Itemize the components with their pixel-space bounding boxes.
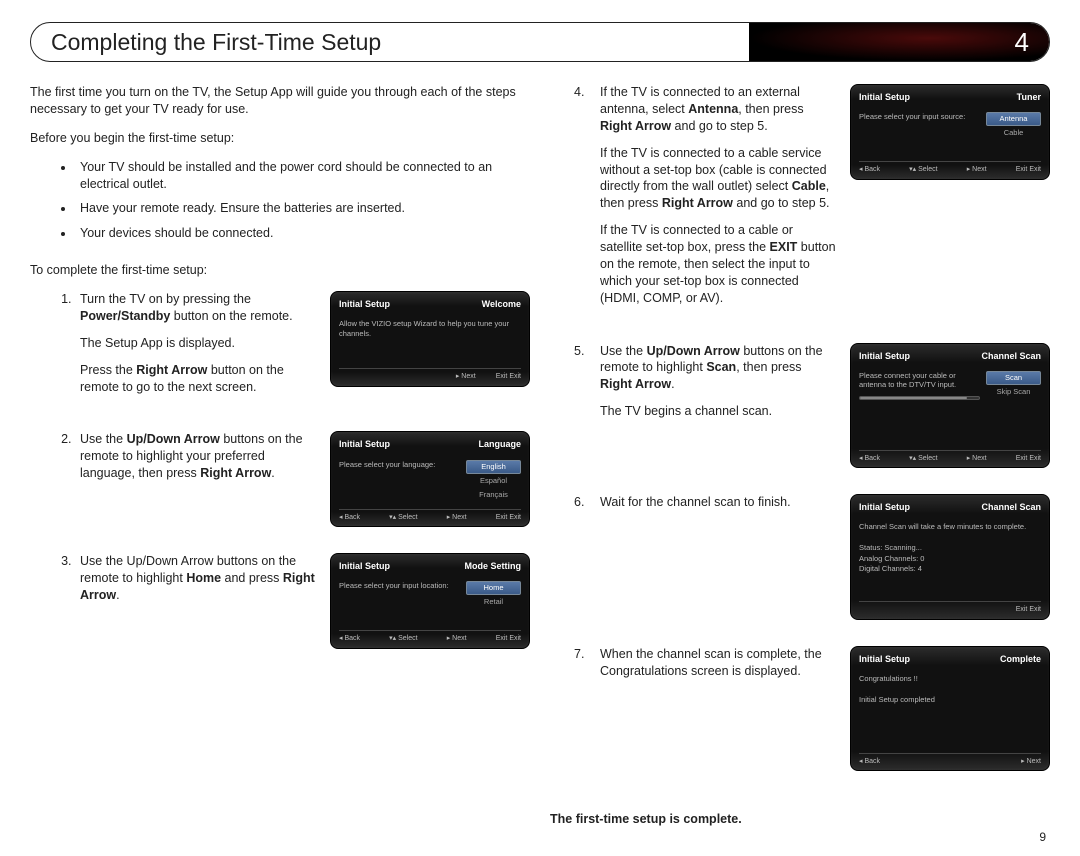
step-5: Use the Up/Down Arrow buttons on the rem… xyxy=(595,343,1050,469)
before-item: Your devices should be connected. xyxy=(75,225,530,242)
step-6: Wait for the channel scan to finish. Ini… xyxy=(595,494,1050,620)
scan-option: Skip Scan xyxy=(986,385,1041,399)
complete-heading: To complete the first-time setup: xyxy=(30,262,530,279)
mode-option: Retail xyxy=(466,595,521,609)
tv-screen-tuner: Initial SetupTuner Please select your in… xyxy=(850,84,1050,180)
step4-p2: If the TV is connected to a cable servic… xyxy=(600,145,836,213)
intro-text: The first time you turn on the TV, the S… xyxy=(30,84,530,118)
lang-option: English xyxy=(466,460,521,474)
page-number: 9 xyxy=(1039,830,1046,844)
steps-list-right: If the TV is connected to an external an… xyxy=(550,84,1050,797)
step-7: When the channel scan is complete, the C… xyxy=(595,646,1050,772)
before-heading: Before you begin the first-time setup: xyxy=(30,130,530,147)
steps-list-left: Turn the TV on by pressing the Power/Sta… xyxy=(30,291,530,675)
tv-screen-scanning: Initial SetupChannel Scan Channel Scan w… xyxy=(850,494,1050,620)
step-3: Use the Up/Down Arrow buttons on the rem… xyxy=(75,553,530,649)
chapter-header: Completing the First-Time Setup 4 xyxy=(30,22,1050,62)
left-column: The first time you turn on the TV, the S… xyxy=(30,84,530,840)
step5-p1: Use the Up/Down Arrow buttons on the rem… xyxy=(600,343,836,394)
step1-p2: The Setup App is displayed. xyxy=(80,335,316,352)
scan-option: Scan xyxy=(986,371,1041,385)
chapter-number: 4 xyxy=(1015,27,1029,58)
step4-p1: If the TV is connected to an external an… xyxy=(600,84,836,135)
content-columns: The first time you turn on the TV, the S… xyxy=(30,84,1050,840)
tv-screen-language: Initial SetupLanguage Please select your… xyxy=(330,431,530,527)
step7-text: When the channel scan is complete, the C… xyxy=(600,646,836,680)
before-item: Your TV should be installed and the powe… xyxy=(75,159,530,193)
step6-text: Wait for the channel scan to finish. xyxy=(600,494,836,511)
tuner-option: Cable xyxy=(986,126,1041,140)
step2-text: Use the Up/Down Arrow buttons on the rem… xyxy=(80,431,316,482)
step5-p2: The TV begins a channel scan. xyxy=(600,403,836,420)
step-1: Turn the TV on by pressing the Power/Sta… xyxy=(75,291,530,405)
lang-option: Español xyxy=(466,474,521,488)
before-item: Have your remote ready. Ensure the batte… xyxy=(75,200,530,217)
complete-line: The first-time setup is complete. xyxy=(550,811,1050,828)
tv-screen-welcome: Initial SetupWelcome Allow the VIZIO set… xyxy=(330,291,530,387)
tuner-option: Antenna xyxy=(986,112,1041,126)
mode-option: Home xyxy=(466,581,521,595)
chapter-title: Completing the First-Time Setup xyxy=(51,29,381,56)
step-4: If the TV is connected to an external an… xyxy=(595,84,1050,317)
step1-p3: Press the Right Arrow button on the remo… xyxy=(80,362,316,396)
progress-bar xyxy=(859,396,980,400)
before-list: Your TV should be installed and the powe… xyxy=(30,159,530,251)
step4-p3: If the TV is connected to a cable or sat… xyxy=(600,222,836,306)
lang-option: Français xyxy=(466,488,521,502)
tv-screen-complete: Initial SetupComplete Congratulations !!… xyxy=(850,646,1050,772)
tv-screen-scan: Initial SetupChannel Scan Please connect… xyxy=(850,343,1050,469)
tv-screen-mode: Initial SetupMode Setting Please select … xyxy=(330,553,530,649)
right-column: If the TV is connected to an external an… xyxy=(550,84,1050,840)
step1-p1: Turn the TV on by pressing the Power/Sta… xyxy=(80,291,316,325)
step3-text: Use the Up/Down Arrow buttons on the rem… xyxy=(80,553,316,604)
step-2: Use the Up/Down Arrow buttons on the rem… xyxy=(75,431,530,527)
